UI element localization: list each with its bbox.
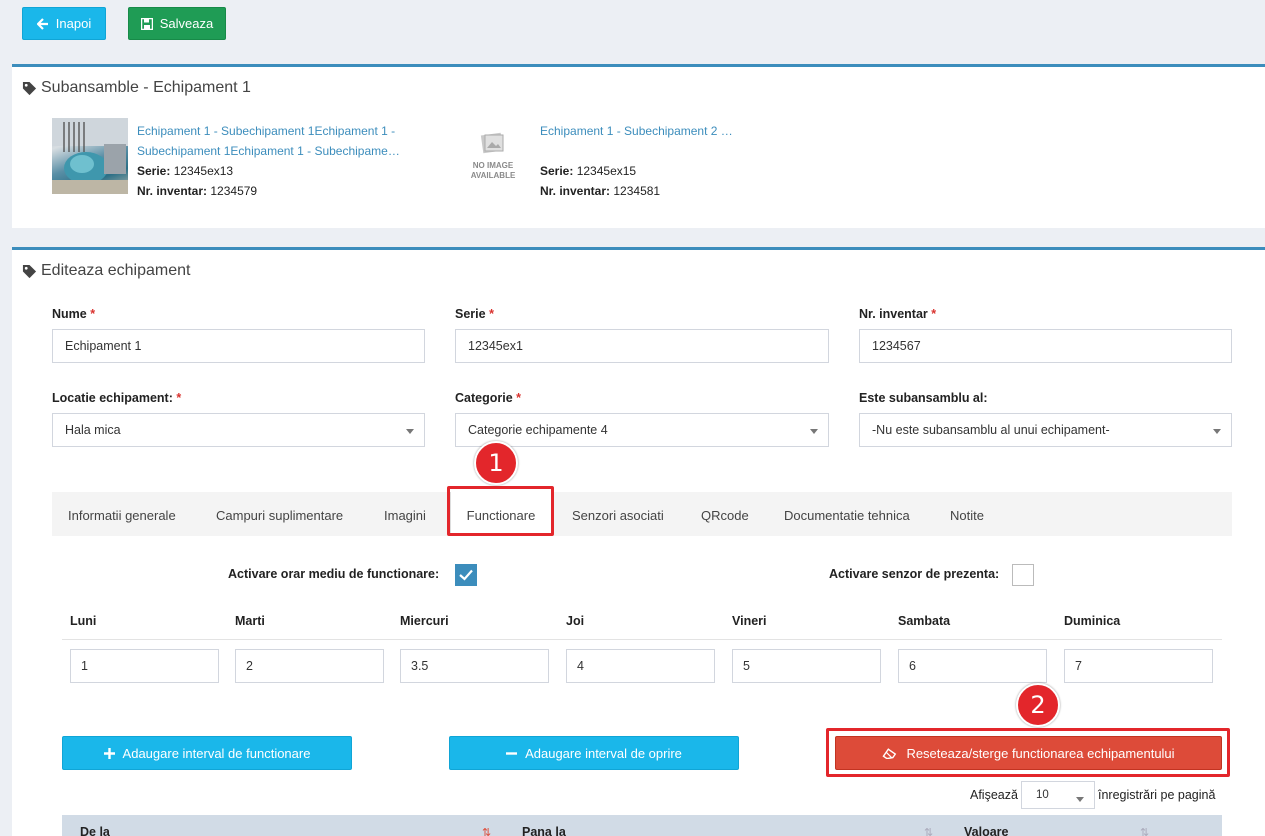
tab-qrcode[interactable]: QRcode	[701, 492, 749, 536]
subassembly-2-link[interactable]: Echipament 1 - Subechipament 2 …	[540, 121, 733, 141]
show-label: Afişează	[970, 788, 1018, 802]
day-label-sambata: Sambata	[898, 614, 951, 628]
inventar-label: Nr. inventar *	[859, 307, 937, 321]
tab-bar: Informatii generale Campuri suplimentare…	[52, 492, 1232, 536]
equipment-photo	[52, 118, 128, 194]
serie-input[interactable]: 12345ex1	[455, 329, 829, 363]
highlight-box-2	[826, 728, 1230, 777]
plus-icon	[103, 747, 115, 759]
inventar-input[interactable]: 1234567	[859, 329, 1232, 363]
locatie-select[interactable]: Hala mica	[52, 413, 425, 447]
tab-notite[interactable]: Notite	[950, 492, 984, 536]
locatie-label: Locatie echipament: *	[52, 391, 182, 405]
save-button[interactable]: Salveaza	[128, 7, 226, 40]
subassembly-1-link-line1[interactable]: Echipament 1 - Subechipament 1Echipament…	[137, 121, 395, 141]
tab-campuri-suplimentare[interactable]: Campuri suplimentare	[216, 492, 343, 536]
annotation-badge-2: 2	[1016, 683, 1060, 727]
nume-label: Nume *	[52, 307, 96, 321]
per-page-select[interactable]: 10	[1021, 781, 1095, 809]
per-page-suffix: înregistrări pe pagină	[1098, 788, 1216, 802]
subassembly-1-inventar: Nr. inventar: 1234579	[137, 184, 258, 198]
arrow-left-icon	[36, 17, 48, 30]
sort-icon[interactable]: ⇅	[924, 826, 933, 836]
day-input-marti[interactable]: 2	[235, 649, 384, 683]
subansamblu-select[interactable]: -Nu este subansamblu al unui echipament-	[859, 413, 1232, 447]
highlight-box-1	[447, 486, 554, 536]
day-label-duminica: Duminica	[1064, 614, 1121, 628]
tab-informatii-generale[interactable]: Informatii generale	[68, 492, 176, 536]
column-header-de-la[interactable]: De la	[80, 825, 110, 836]
subassembly-1-serie: Serie: 12345ex13	[137, 164, 234, 178]
days-divider	[62, 639, 1222, 640]
day-label-luni: Luni	[70, 614, 97, 628]
tab-imagini[interactable]: Imagini	[384, 492, 426, 536]
day-label-joi: Joi	[566, 614, 585, 628]
subassembly-2-inventar: Nr. inventar: 1234581	[540, 184, 661, 198]
tab-senzori-asociati[interactable]: Senzori asociati	[572, 492, 664, 536]
tag-icon	[22, 81, 37, 95]
orar-checkbox[interactable]	[455, 564, 477, 586]
subansamblu-label: Este subansamblu al:	[859, 391, 988, 405]
day-label-miercuri: Miercuri	[400, 614, 449, 628]
back-button-label: Inapoi	[55, 16, 92, 31]
annotation-badge-1: 1	[474, 441, 518, 485]
day-input-joi[interactable]: 4	[566, 649, 715, 683]
subassembly-2-serie: Serie: 12345ex15	[540, 164, 637, 178]
senzor-label: Activare senzor de prezenta:	[829, 567, 1000, 581]
day-label-marti: Marti	[235, 614, 265, 628]
add-interval-button[interactable]: Adaugare interval de functionare	[62, 736, 352, 770]
back-button[interactable]: Inapoi	[22, 7, 106, 40]
day-input-luni[interactable]: 1	[70, 649, 219, 683]
serie-label: Serie *	[455, 307, 494, 321]
sort-desc-icon[interactable]: ⇅	[482, 826, 491, 836]
subassembly-1-link-line2[interactable]: Subechipament 1Echipament 1 - Subechipam…	[137, 141, 400, 161]
image-placeholder-icon	[480, 132, 504, 154]
senzor-checkbox[interactable]	[1012, 564, 1034, 586]
day-input-vineri[interactable]: 5	[732, 649, 881, 683]
column-header-valoare[interactable]: Valoare	[964, 825, 1008, 836]
subassembly-1-thumbnail[interactable]	[52, 118, 128, 194]
subassembly-2-thumbnail[interactable]: NO IMAGE AVAILABLE	[455, 118, 531, 194]
nume-input[interactable]: Echipament 1	[52, 329, 425, 363]
add-stop-interval-button[interactable]: Adaugare interval de oprire	[449, 736, 739, 770]
day-label-vineri: Vineri	[732, 614, 767, 628]
subassemblies-panel: Subansamble - Echipament 1 Echipament 1 …	[12, 64, 1265, 228]
minus-icon	[506, 751, 518, 755]
tag-icon	[22, 264, 37, 278]
intervals-table-header: De la ⇅ Pana la ⇅ Valoare ⇅	[62, 815, 1222, 836]
day-input-duminica[interactable]: 7	[1064, 649, 1213, 683]
subassemblies-title: Subansamble - Echipament 1	[22, 79, 251, 97]
sort-icon[interactable]: ⇅	[1140, 826, 1149, 836]
day-input-miercuri[interactable]: 3.5	[400, 649, 549, 683]
tab-documentatie-tehnica[interactable]: Documentatie tehnica	[784, 492, 910, 536]
categorie-label: Categorie *	[455, 391, 522, 405]
orar-label: Activare orar mediu de functionare:	[228, 567, 440, 581]
edit-equipment-title: Editeaza echipament	[22, 262, 190, 280]
column-header-pana-la[interactable]: Pana la	[522, 825, 566, 836]
checkmark-icon	[459, 569, 473, 581]
categorie-select[interactable]: Categorie echipamente 4	[455, 413, 829, 447]
day-input-sambata[interactable]: 6	[898, 649, 1047, 683]
save-button-label: Salveaza	[159, 16, 214, 31]
floppy-disk-icon	[140, 17, 153, 30]
